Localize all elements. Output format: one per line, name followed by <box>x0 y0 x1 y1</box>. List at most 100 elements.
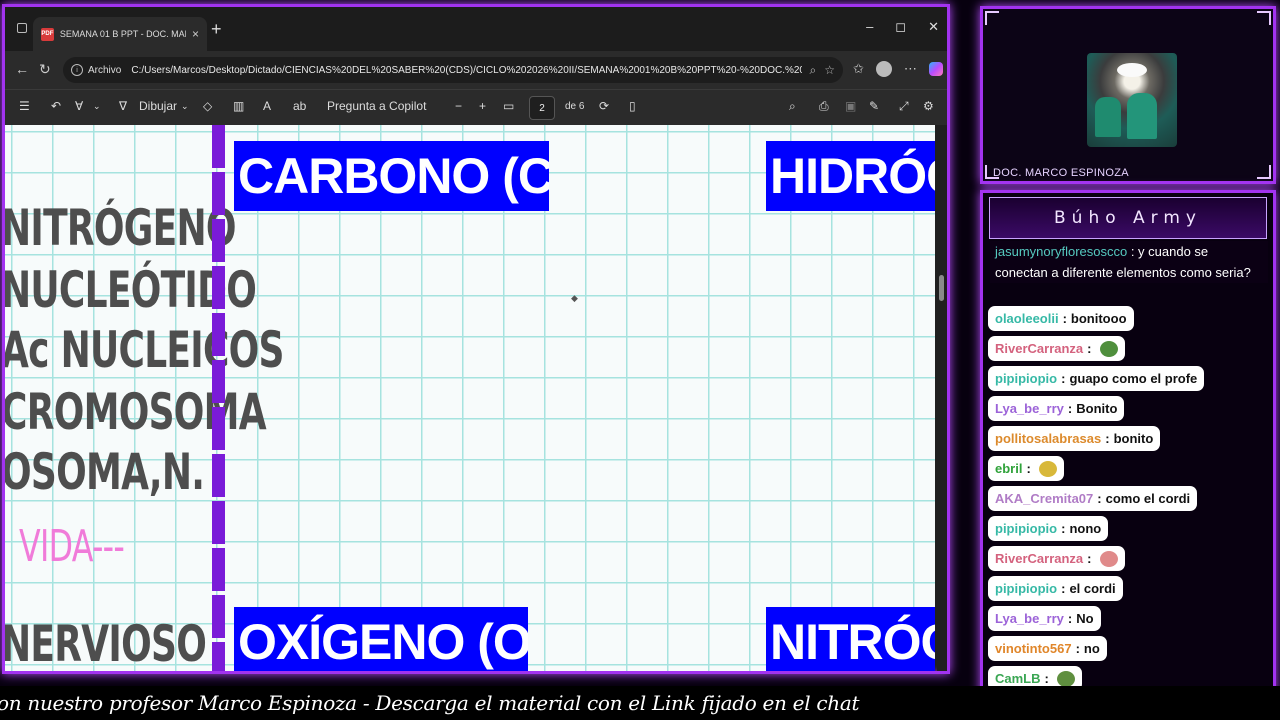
minimize-button[interactable]: – <box>866 19 873 35</box>
pdf-file-icon: PDF <box>41 27 54 41</box>
handwritten-label: VIDA--- <box>19 521 125 572</box>
contents-icon[interactable]: ☰ <box>19 99 30 113</box>
sidebar-toggle-icon[interactable] <box>17 23 27 33</box>
pdf-toolbar: ☰ ↶ ∀ ⌄ ∇ Dibujar ⌄ ◇ ▥ A ab Pregunta a … <box>5 89 947 125</box>
chat-message-row: RiverCarranza: <box>988 336 1272 366</box>
webcam-video <box>1087 53 1177 147</box>
chat-message-row: AKA_Cremita07: como el cordi <box>988 486 1272 516</box>
browser-tab[interactable]: PDF SEMANA 01 B PPT - DOC. MARCO × <box>33 17 207 51</box>
chat-separator: : <box>1067 401 1073 416</box>
chat-separator: : <box>1061 371 1066 386</box>
chat-message: ebril: <box>988 456 1064 481</box>
draw-chevron-icon[interactable]: ⌄ <box>181 101 189 112</box>
back-arrow-icon[interactable]: ← <box>15 61 29 77</box>
chat-separator: : <box>1087 551 1092 566</box>
save-as-icon[interactable]: ✎ <box>869 99 879 113</box>
scrollbar-thumb[interactable] <box>939 275 944 301</box>
page-total: de 6 <box>565 101 585 112</box>
close-window-button[interactable]: ✕ <box>928 19 939 35</box>
chat-message-row: RiverCarranza: <box>988 546 1272 576</box>
layout-icon[interactable]: ▥ <box>233 99 244 113</box>
chat-text: el cordi <box>1069 581 1116 596</box>
chat-message: Lya_be_rry: Bonito <box>988 396 1125 421</box>
tab-title: SEMANA 01 B PPT - DOC. MARCO <box>59 29 186 39</box>
chat-separator: : <box>1044 671 1049 686</box>
chat-separator: : <box>1061 521 1066 536</box>
chat-message-row: pipipiopio: guapo como el profe <box>988 366 1272 396</box>
section-divider <box>212 125 225 671</box>
handwritten-label: Ac NUCLEICOS <box>5 321 284 379</box>
chat-text: Bonito <box>1076 401 1118 416</box>
copilot-button[interactable]: Pregunta a Copilot <box>327 99 426 113</box>
chat-separator: : <box>1026 461 1031 476</box>
eraser-icon[interactable]: ◇ <box>203 99 212 113</box>
chat-separator: : <box>1062 311 1067 326</box>
settings-gear-icon[interactable]: ⚙ <box>923 99 934 113</box>
undo-icon[interactable]: ↶ <box>51 99 61 113</box>
address-bar[interactable]: i Archivo C:/Users/Marcos/Desktop/Dictad… <box>63 57 843 83</box>
refresh-icon[interactable]: ↻ <box>39 61 51 78</box>
bottom-ticker: on nuestro profesor Marco Espinoza - Des… <box>0 686 1280 720</box>
fullscreen-icon[interactable]: ⤢ <box>899 99 909 114</box>
copilot-icon[interactable] <box>928 62 943 76</box>
chat-text: como el cordi <box>1105 491 1191 506</box>
chat-message-row: pipipiopio: el cordi <box>988 576 1272 606</box>
chat-separator: : <box>1075 641 1080 656</box>
chat-message-row: vinotinto567: no <box>988 636 1272 666</box>
draw-icon[interactable]: ∇ <box>119 99 127 113</box>
chat-message-row: Lya_be_rry: Bonito <box>988 396 1272 426</box>
emote-icon <box>1099 550 1118 567</box>
mouse-cursor-icon: ◆ <box>571 293 578 303</box>
draw-button[interactable]: Dibujar <box>139 99 177 113</box>
chat-username: AKA_Cremita07 <box>995 491 1094 506</box>
pdf-page-view[interactable]: NITRÓGENO NUCLEÓTIDO Ac NUCLEICOS CROMOS… <box>5 125 935 671</box>
chat-message-row: olaoleeolii: bonitooo <box>988 306 1272 336</box>
page-number-input[interactable]: 2 <box>529 96 555 120</box>
zoom-in-icon[interactable]: + <box>479 99 486 113</box>
chat-header: Búho Army <box>989 197 1267 239</box>
chat-username: jasumynoryfloresoscco <box>995 244 1128 259</box>
save-icon[interactable]: ▣ <box>845 99 856 113</box>
chat-username: pipipiopio <box>995 521 1058 536</box>
browser-right-icons: ✩ ⋯ <box>853 61 943 77</box>
highlight-icon[interactable]: ∀ <box>75 99 83 113</box>
file-info-icon[interactable]: i <box>71 64 83 76</box>
profile-avatar[interactable] <box>875 61 892 77</box>
chat-message: pollitosalabrasas: bonito <box>988 426 1161 451</box>
emote-icon <box>1038 460 1057 477</box>
maximize-button[interactable]: ◻ <box>895 19 906 35</box>
zoom-icon[interactable]: ⌕ <box>810 63 817 78</box>
chat-username: olaoleeolii <box>995 311 1059 326</box>
pdf-scrollbar[interactable] <box>937 125 947 671</box>
more-menu-icon[interactable]: ⋯ <box>904 61 917 77</box>
chevron-down-icon[interactable]: ⌄ <box>93 101 101 112</box>
translate-icon[interactable]: ab <box>293 99 306 113</box>
element-box-oxigeno: OXÍGENO (O) <box>234 607 528 671</box>
chat-message-list: olaoleeolii: bonitooo RiverCarranza: pipipi… <box>988 306 1272 696</box>
print-icon[interactable]: ⎙ <box>819 99 829 114</box>
rotate-icon[interactable]: ⟳ <box>599 99 609 113</box>
favorite-star-icon[interactable]: ☆ <box>824 63 835 77</box>
chat-username: Lya_be_rry <box>995 611 1064 626</box>
chat-username: RiverCarranza <box>995 341 1084 356</box>
read-aloud-icon[interactable]: A <box>263 99 271 113</box>
zoom-out-icon[interactable]: − <box>455 99 462 113</box>
tab-close-icon[interactable]: × <box>192 27 199 41</box>
chat-text: bonito <box>1113 431 1154 446</box>
chat-message-partial: jasumynoryfloresoscco : y cuando se cone… <box>990 241 1268 283</box>
chat-separator: : <box>1105 431 1110 446</box>
chat-message: vinotinto567: no <box>988 636 1107 661</box>
chat-username: vinotinto567 <box>995 641 1072 656</box>
handwritten-label: NITRÓGENO <box>5 199 237 257</box>
search-icon[interactable]: ⌕ <box>789 99 796 114</box>
figure-left <box>1095 97 1121 137</box>
emote-icon <box>1099 340 1118 357</box>
frame-corner <box>1257 165 1271 179</box>
chat-title: Búho Army <box>1054 208 1202 228</box>
new-tab-button[interactable]: + <box>211 19 222 40</box>
fit-page-icon[interactable]: ▭ <box>503 99 514 113</box>
url-text[interactable]: C:/Users/Marcos/Desktop/Dictado/CIENCIAS… <box>131 65 801 76</box>
favorites-icon[interactable]: ✩ <box>853 61 864 77</box>
page-view-icon[interactable]: ▯ <box>629 99 636 113</box>
handwritten-label: CROMOSOMA <box>5 383 267 441</box>
